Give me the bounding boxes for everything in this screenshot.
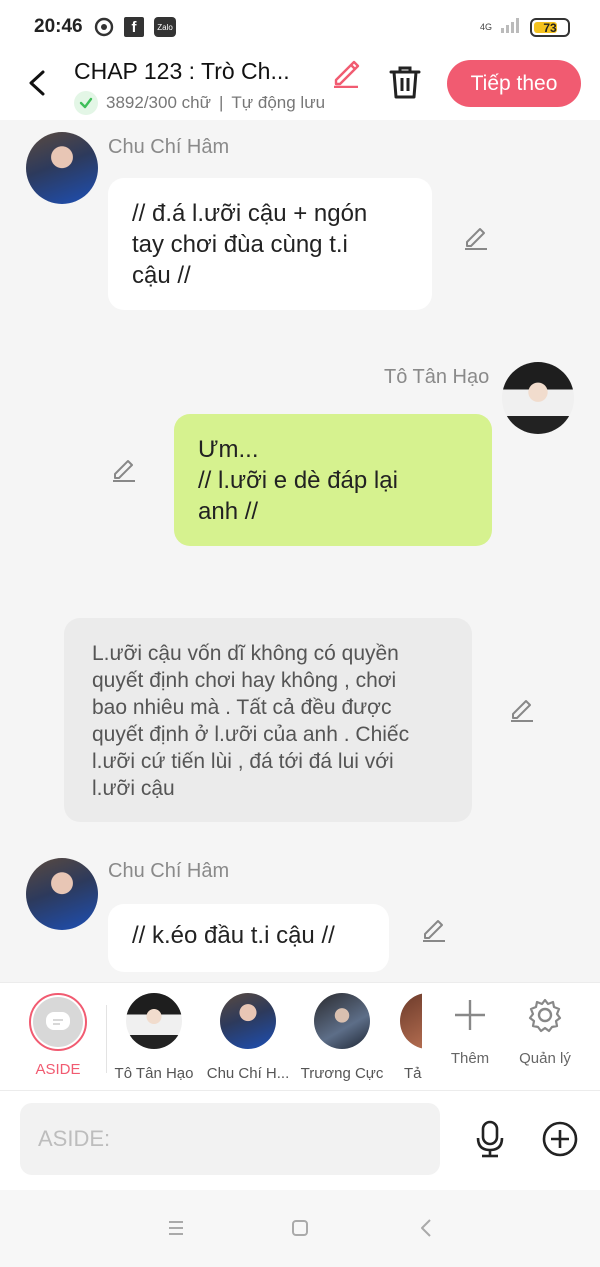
plus-icon	[455, 1000, 485, 1030]
message-line: L.ưỡi cậu vốn dĩ không có quyền	[92, 642, 399, 665]
add-label: Thêm	[450, 1050, 490, 1067]
character-label: ASIDE	[35, 1061, 81, 1078]
character-label: Tả	[404, 1065, 422, 1082]
status-notification-icons: f Zalo	[94, 17, 176, 37]
message-line: // l.ưỡi e dè đáp lại	[198, 467, 398, 494]
message-line: Ưm...	[198, 436, 259, 463]
character-chu-chi-ham[interactable]: Chu Chí H...	[204, 993, 292, 1082]
avatar	[220, 993, 276, 1049]
network-label: 4G	[479, 22, 492, 32]
pencil-icon	[465, 228, 487, 250]
character-ta[interactable]: Tả	[400, 993, 422, 1082]
target-icon	[94, 17, 114, 37]
manage-button[interactable]: Quản lý	[512, 997, 578, 1067]
status-line: 3892/300 chữ | Tự động lưu	[74, 91, 325, 115]
back-button[interactable]	[20, 66, 54, 100]
check-icon	[74, 91, 98, 115]
message-line: // k.éo đầu t.i cậu //	[132, 922, 335, 949]
battery-indicator: 73	[530, 18, 570, 37]
message-line: l.ưỡi cậu	[92, 777, 175, 800]
system-nav-bar	[0, 1190, 600, 1267]
message-line: quyết định chơi hay không , chơi	[92, 669, 397, 692]
input-bar	[0, 1090, 600, 1190]
character-aside[interactable]: ASIDE	[20, 993, 96, 1078]
message-line: l.ưỡi cứ tiến lùi , đá tới đá lui với	[92, 750, 394, 773]
facebook-icon: f	[124, 17, 144, 37]
chevron-left-icon	[29, 70, 45, 96]
chat-bubble-icon	[33, 997, 83, 1047]
pencil-icon	[334, 60, 360, 89]
avatar-chu-chi-ham[interactable]	[26, 858, 98, 930]
autosave-label: Tự động lưu	[231, 93, 326, 112]
next-button[interactable]: Tiếp theo	[447, 60, 581, 107]
delete-button[interactable]	[388, 64, 422, 100]
character-selector: ASIDE Tô Tân Hạo Chu Chí H... Trương Cực…	[0, 982, 600, 1090]
word-count: 3892/300 chữ	[106, 93, 211, 112]
plus-circle-icon	[542, 1121, 578, 1157]
message-line: // đ.á l.ưỡi cậu + ngón	[132, 200, 368, 227]
menu-icon	[169, 1221, 183, 1235]
avatar	[126, 993, 182, 1049]
microphone-icon	[476, 1120, 504, 1158]
message-line: cậu //	[132, 262, 191, 289]
manage-label: Quản lý	[519, 1050, 571, 1067]
aside-bubble[interactable]: L.ưỡi cậu vốn dĩ không có quyền quyết đị…	[64, 618, 472, 822]
message-bubble[interactable]: // k.éo đầu t.i cậu //	[108, 904, 389, 972]
trash-icon	[389, 66, 421, 99]
message-bubble[interactable]: // đ.á l.ưỡi cậu + ngón tay chơi đùa cùn…	[108, 178, 432, 310]
add-attachment-button[interactable]	[540, 1119, 580, 1159]
edit-message-button[interactable]	[508, 694, 536, 722]
character-to-tan-hao[interactable]: Tô Tân Hạo	[110, 993, 198, 1082]
back-nav-button[interactable]	[412, 1214, 440, 1242]
pencil-icon	[113, 460, 135, 482]
sender-name: Chu Chí Hâm	[108, 860, 230, 882]
add-character-button[interactable]: Thêm	[444, 997, 496, 1067]
avatar-to-tan-hao[interactable]	[502, 362, 574, 434]
edit-message-button[interactable]	[462, 222, 490, 250]
message-line: tay chơi đùa cùng t.i	[132, 231, 348, 258]
avatar	[314, 993, 370, 1049]
character-label: Tô Tân Hạo	[114, 1065, 194, 1082]
status-time: 20:46	[34, 16, 83, 37]
home-nav-button[interactable]	[286, 1214, 314, 1242]
avatar	[400, 993, 422, 1049]
battery-level: 73	[543, 20, 557, 35]
gear-icon	[528, 998, 562, 1033]
character-truong-cuc[interactable]: Trương Cực	[298, 993, 386, 1082]
sender-name: Tô Tân Hạo	[384, 366, 490, 388]
aside-avatar	[29, 993, 87, 1051]
avatar-chu-chi-ham[interactable]	[26, 132, 98, 204]
chapter-title[interactable]: CHAP 123 : Trò Ch...	[74, 58, 290, 85]
message-line: bao nhiêu mà . Tất cả đều được	[92, 696, 392, 719]
header: CHAP 123 : Trò Ch... 3892/300 chữ | Tự đ…	[0, 56, 600, 120]
character-label: Trương Cực	[300, 1065, 384, 1082]
square-icon	[292, 1220, 308, 1236]
edit-message-button[interactable]	[420, 914, 448, 942]
character-label: Chu Chí H...	[206, 1065, 290, 1082]
zalo-icon: Zalo	[154, 17, 176, 37]
chat-area[interactable]: Chu Chí Hâm // đ.á l.ưỡi cậu + ngón tay …	[0, 120, 600, 982]
edit-message-button[interactable]	[110, 454, 138, 482]
triangle-back-icon	[421, 1219, 431, 1237]
message-line: anh //	[198, 498, 259, 525]
message-line: quyết định ở l.ưỡi của anh . Chiếc	[92, 723, 410, 746]
voice-button[interactable]	[470, 1119, 510, 1159]
separator: |	[218, 93, 224, 112]
pencil-icon	[423, 920, 445, 942]
edit-title-button[interactable]	[330, 56, 362, 89]
menu-nav-button[interactable]	[162, 1214, 190, 1242]
sender-name: Chu Chí Hâm	[108, 136, 230, 158]
status-right: 4G 73	[480, 17, 570, 38]
pencil-icon	[511, 700, 533, 722]
signal-icon	[500, 17, 522, 38]
message-input[interactable]	[20, 1103, 440, 1175]
status-bar: 20:46 f Zalo 4G 73	[0, 0, 600, 56]
divider	[106, 1005, 107, 1073]
message-bubble[interactable]: Ưm... // l.ưỡi e dè đáp lại anh //	[174, 414, 492, 546]
